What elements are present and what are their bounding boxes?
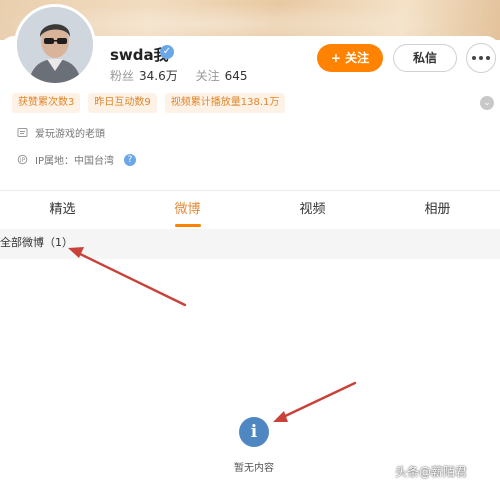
all-weibo-title: 全部微博（1）: [0, 236, 73, 249]
following-count[interactable]: 645: [225, 69, 248, 83]
tag-likes[interactable]: 获赞累次数3: [12, 93, 81, 113]
follow-button[interactable]: + 关注: [317, 44, 383, 72]
more-dots-icon[interactable]: [466, 43, 496, 73]
following-label[interactable]: 关注: [196, 69, 220, 83]
svg-text:IP: IP: [19, 156, 25, 163]
tab-album[interactable]: 相册: [375, 191, 500, 229]
empty-state-text: 暂无内容: [234, 463, 274, 474]
ip-row: IP IP属地：中国台湾 ?: [16, 152, 136, 167]
bio-text: 爱玩游戏的老頭: [35, 129, 105, 140]
all-weibo-header[interactable]: 全部微博（1）: [0, 229, 500, 259]
tag-interactions[interactable]: 昨日互动数9: [88, 93, 157, 113]
bio-row: 爱玩游戏的老頭: [16, 125, 105, 140]
avatar-portrait-icon: [17, 7, 93, 83]
chevron-down-icon[interactable]: ⌄: [480, 96, 494, 110]
info-icon: i: [239, 417, 269, 447]
achievement-tags: 获赞累次数3 昨日互动数9 视频累计播放量138.1万: [12, 93, 286, 113]
tab-video[interactable]: 视频: [250, 191, 375, 229]
location-pin-icon: IP: [16, 154, 28, 166]
tag-video-plays[interactable]: 视频累计播放量138.1万: [164, 93, 286, 113]
tab-weibo[interactable]: 微博: [125, 191, 250, 229]
verified-check-icon: ✓: [160, 45, 174, 59]
tab-featured[interactable]: 精选: [0, 191, 125, 229]
message-button[interactable]: 私信: [393, 44, 457, 72]
profile-stats: 粉丝 34.6万 关注 645: [110, 67, 262, 84]
profile-tabs: 精选 微博 视频 相册: [0, 191, 500, 229]
fans-label[interactable]: 粉丝: [110, 69, 134, 83]
fans-count[interactable]: 34.6万: [139, 69, 178, 83]
help-question-icon[interactable]: ?: [123, 153, 136, 166]
avatar[interactable]: [14, 4, 96, 86]
profile-card-icon: [16, 127, 28, 139]
ip-location-text: IP属地：中国台湾: [35, 156, 114, 167]
watermark: 头条@薪陌君: [395, 465, 468, 479]
